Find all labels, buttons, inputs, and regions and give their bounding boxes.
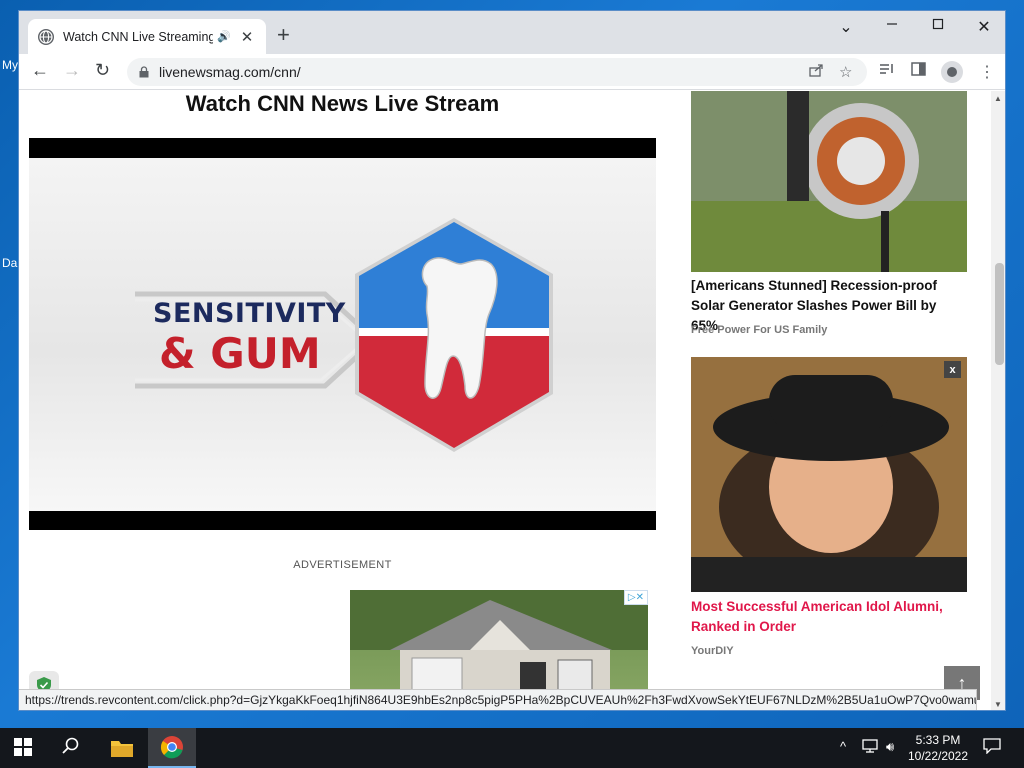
minimize-icon	[887, 23, 897, 25]
idol-photo	[691, 357, 967, 592]
desktop-icon-label-2[interactable]: Da	[2, 256, 17, 270]
file-explorer-app[interactable]	[98, 728, 146, 768]
chrome-icon	[160, 736, 183, 759]
advertisement-label: ADVERTISEMENT	[293, 559, 392, 571]
menu-kebab-icon[interactable]: ⋮	[979, 62, 995, 82]
tab-active[interactable]: Watch CNN Live Streaming - 🔊 ✕	[28, 19, 266, 54]
sidebar-card-source-2[interactable]: YourDIY	[691, 645, 734, 657]
share-icon[interactable]	[809, 63, 824, 81]
adchoices-icon[interactable]: ▷✕	[623, 590, 648, 605]
desktop-icon-label-1[interactable]: My	[2, 58, 18, 72]
restore-icon	[932, 18, 944, 30]
lock-icon	[139, 66, 149, 78]
taskbar-clock[interactable]: 5:33 PM 10/22/2022	[906, 732, 970, 764]
scroll-thumb[interactable]	[995, 263, 1004, 365]
bookmark-star-icon[interactable]: ☆	[839, 63, 852, 81]
browser-toolbar: ← → ↻ livenewsmag.com/cnn/ ☆ ⋮	[19, 54, 1005, 90]
clock-time: 5:33 PM	[915, 733, 961, 747]
address-bar[interactable]: livenewsmag.com/cnn/	[127, 58, 867, 86]
tab-close-icon[interactable]: ✕	[241, 28, 254, 46]
search-icon[interactable]	[62, 737, 80, 760]
profile-avatar-icon[interactable]	[941, 61, 963, 83]
ad-text-gum: & GUM	[159, 329, 321, 378]
tab-strip: Watch CNN Live Streaming - 🔊 ✕ + ⌄ ✕	[19, 11, 1005, 54]
sidebar-card-title-2[interactable]: Most Successful American Idol Alumni, Ra…	[691, 597, 967, 637]
url-text: livenewsmag.com/cnn/	[159, 64, 301, 80]
sidebar-card-source-1[interactable]: Free Power For US Family	[691, 324, 827, 336]
chrome-app[interactable]	[148, 728, 196, 768]
notification-icon[interactable]	[983, 738, 1001, 759]
browser-window: Watch CNN Live Streaming - 🔊 ✕ + ⌄ ✕ ← →…	[18, 10, 1006, 711]
video-player[interactable]: SENSITIVITY & GUM	[29, 138, 656, 530]
folder-icon	[111, 741, 133, 757]
scroll-down-arrow-icon[interactable]: ▼	[994, 700, 1002, 709]
network-icon[interactable]	[862, 739, 878, 756]
tray-chevron-icon[interactable]: ^	[840, 739, 846, 754]
page-viewport: Watch CNN News Live Stream SENSITIVITY &…	[19, 91, 991, 710]
scroll-up-arrow-icon[interactable]: ▲	[994, 94, 1002, 103]
american-idol-image[interactable]	[691, 357, 967, 592]
page-title: Watch CNN News Live Stream	[185, 91, 500, 116]
speaker-icon[interactable]: 🔊	[217, 30, 231, 43]
reload-button[interactable]: ↻	[95, 60, 110, 81]
windows-taskbar: ^ 🔊︎ 5:33 PM 10/22/2022	[0, 728, 1024, 768]
volume-icon[interactable]: 🔊︎	[886, 739, 894, 755]
status-bar-url: https://trends.revcontent.com/click.php?…	[19, 689, 977, 710]
back-button[interactable]: ←	[31, 60, 49, 81]
globe-icon	[38, 28, 54, 45]
tab-title: Watch CNN Live Streaming -	[63, 29, 213, 44]
vertical-scrollbar[interactable]: ▲ ▼	[991, 91, 1005, 710]
new-tab-button[interactable]: +	[277, 24, 290, 46]
side-panel-icon[interactable]	[911, 62, 926, 81]
minimize-button[interactable]	[869, 17, 915, 35]
start-button[interactable]	[14, 738, 32, 761]
tooth-hexagon-graphic	[355, 218, 553, 452]
clock-date: 10/22/2022	[907, 749, 969, 763]
solar-generator-image[interactable]	[691, 91, 967, 272]
media-queue-icon[interactable]	[879, 62, 895, 81]
solar-generator-photo	[691, 91, 967, 272]
forward-button[interactable]: →	[63, 60, 81, 81]
tab-search-chevron-icon[interactable]: ⌄	[823, 17, 869, 37]
restore-button[interactable]	[915, 17, 961, 35]
window-close-button[interactable]: ✕	[961, 17, 1005, 37]
video-ad-frame: SENSITIVITY & GUM	[29, 158, 656, 511]
ad-text-sensitivity: SENSITIVITY	[153, 298, 346, 329]
windows-logo-icon	[14, 738, 32, 756]
ad-close-icon[interactable]: x	[944, 361, 961, 378]
